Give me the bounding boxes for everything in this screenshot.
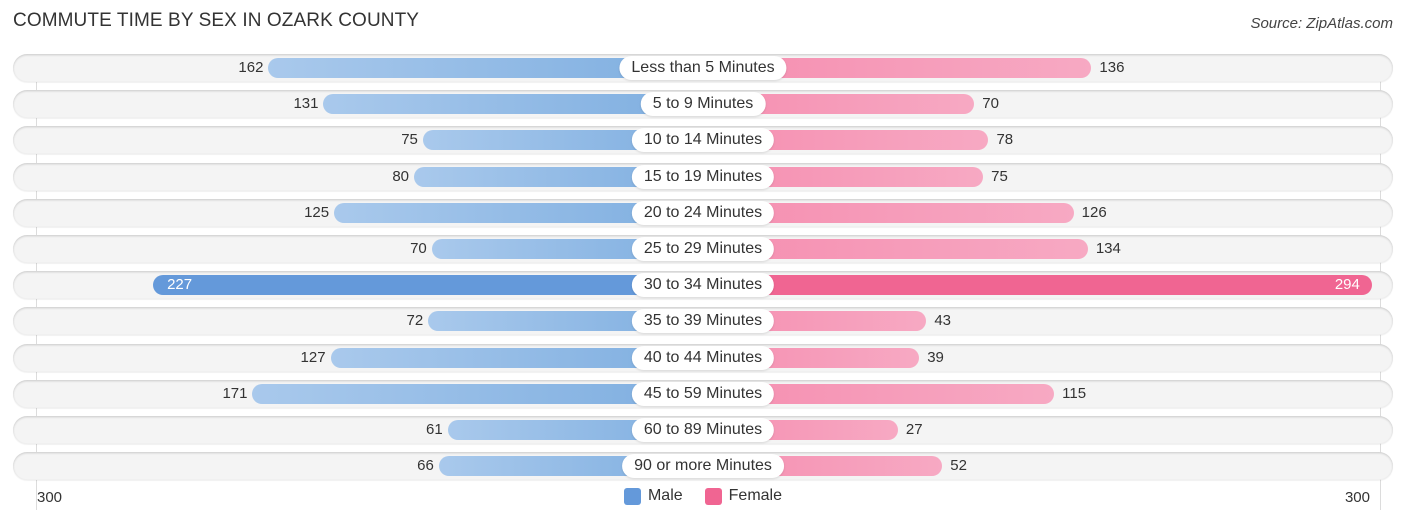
legend-swatch-male [623,487,641,505]
value-label-female: 136 [1099,59,1125,76]
category-label: 15 to 19 Minutes [631,164,775,189]
legend-item-female[interactable]: Female [704,487,783,505]
category-label: 25 to 29 Minutes [631,237,775,261]
bar-female[interactable] [703,275,1372,296]
value-label-female: 52 [950,457,967,475]
value-label-female: 70 [982,95,999,113]
category-label: 5 to 9 Minutes [640,92,766,117]
category-label: 35 to 39 Minutes [631,309,775,334]
value-label-female: 39 [927,348,944,366]
category-label: 40 to 44 Minutes [631,345,775,370]
category-label: 45 to 59 Minutes [631,381,775,406]
value-label-male: 171 [222,384,248,402]
value-label-male: 227 [167,276,193,294]
legend-label-male: Male [647,487,683,504]
value-label-male: 125 [304,203,330,221]
value-label-male: 66 [417,457,434,475]
chart-title: COMMUTE TIME BY SEX IN OZARK COUNTY [13,10,420,31]
value-label-male: 72 [406,312,424,330]
category-label: 10 to 14 Minutes [631,128,775,153]
category-label: Less than 5 Minutes [619,56,787,80]
value-label-male: 70 [410,240,427,257]
value-label-female: 78 [996,131,1014,149]
category-label: 20 to 24 Minutes [631,200,775,225]
value-label-female: 75 [991,167,1008,185]
value-label-female: 27 [905,421,923,438]
value-label-male: 131 [293,95,319,113]
source-label: Source: ZipAtlas.com [1250,15,1393,32]
category-label: 90 or more Minutes [622,454,784,479]
category-label: 30 to 34 Minutes [631,273,775,298]
legend-label-female: Female [728,487,783,504]
value-label-male: 75 [401,131,418,149]
value-label-female: 115 [1062,384,1087,402]
value-label-female: 126 [1081,203,1107,221]
value-label-male: 80 [392,167,409,185]
legend-swatch-female [704,487,722,505]
value-label-male: 127 [300,348,326,366]
value-label-female: 134 [1095,240,1121,257]
bar-male[interactable] [153,275,703,296]
value-label-female: 43 [934,312,951,330]
category-label: 60 to 89 Minutes [631,418,775,442]
value-label-female: 294 [1334,276,1360,294]
legend-item-male[interactable]: Male [623,487,683,505]
legend: Male Female [0,487,1406,505]
value-label-male: 162 [238,59,264,76]
value-label-male: 61 [426,421,443,438]
